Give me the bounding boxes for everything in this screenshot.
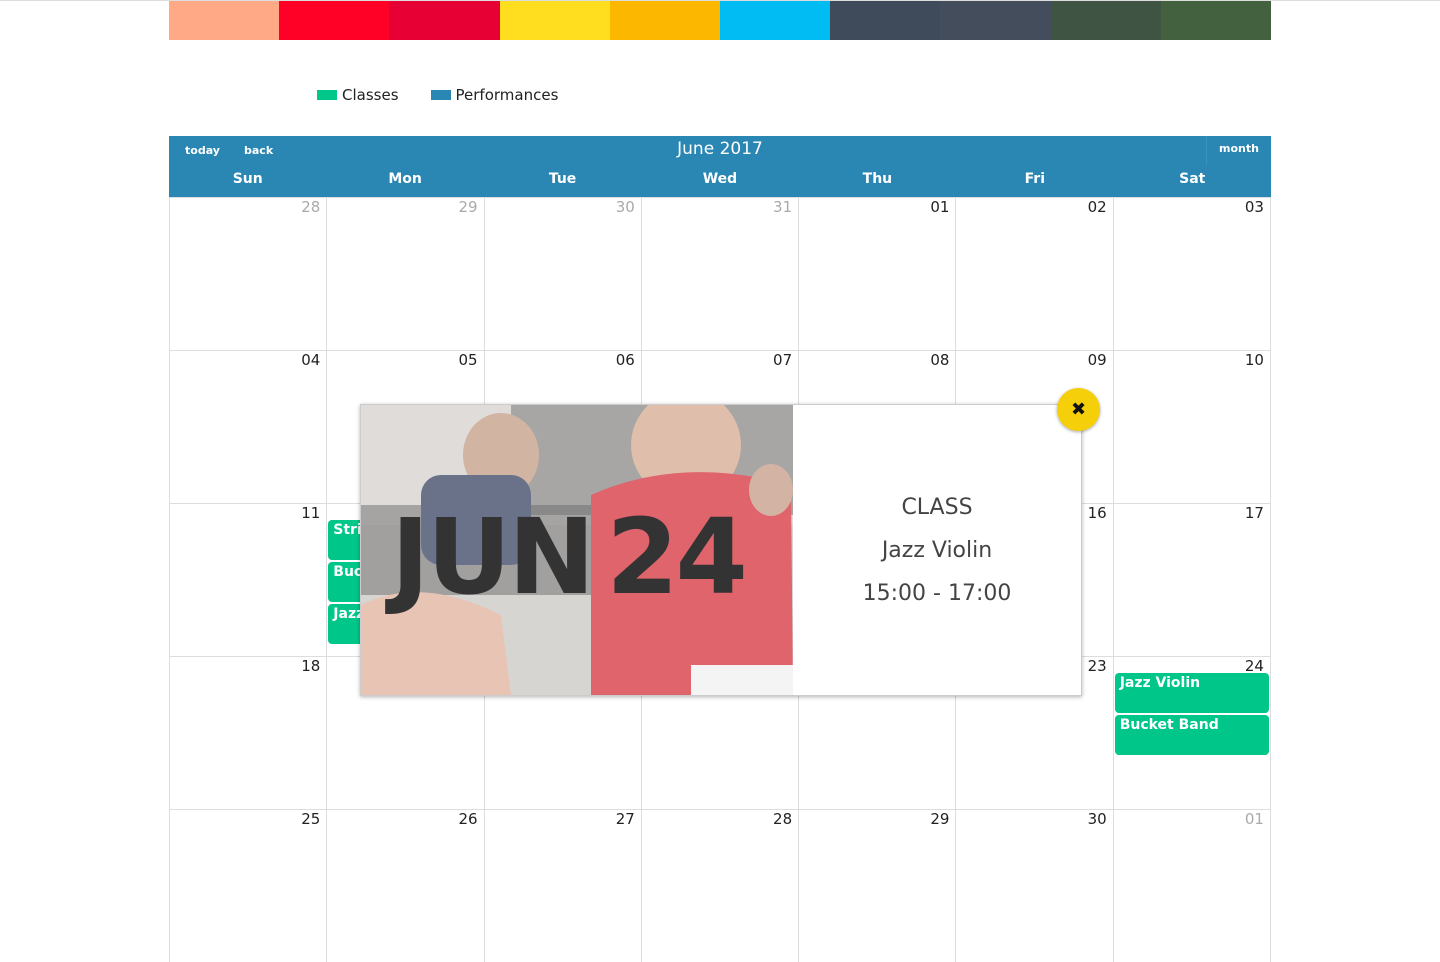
day-cell[interactable]: 11 [169, 503, 327, 656]
color-swatch [609, 1, 721, 40]
day-number: 26 [458, 810, 478, 828]
event-photo: JUN 24 [361, 405, 793, 695]
day-number: 18 [301, 657, 321, 675]
color-swatch [720, 1, 831, 40]
week-row: 28 29 30 31 01 02 03 [169, 197, 1271, 350]
day-number: 09 [1087, 351, 1107, 369]
day-cell[interactable]: 03 [1112, 197, 1271, 350]
day-number: 03 [1244, 198, 1264, 216]
color-swatch [279, 1, 390, 40]
legend-label: Classes [342, 86, 399, 104]
color-swatch [1050, 1, 1161, 40]
day-cell[interactable]: 01 [798, 197, 956, 350]
weekday-header: Tue [548, 171, 577, 187]
day-cell[interactable]: 27 [483, 809, 641, 962]
weekday-header: Wed [702, 171, 738, 187]
day-number: 27 [615, 810, 635, 828]
day-number: 29 [458, 198, 478, 216]
day-number: 05 [458, 351, 478, 369]
color-swatch [169, 1, 280, 40]
weekday-header: Mon [388, 171, 422, 187]
weekday-header: Sun [232, 171, 263, 187]
weekday-header-row: Sun Mon Tue Wed Thu Fri Sat [169, 171, 1271, 187]
color-swatch [940, 1, 1051, 40]
day-cell[interactable]: 24 Jazz Violin Bucket Band [1112, 656, 1271, 809]
event-date-label: JUN 24 [391, 505, 748, 609]
day-cell[interactable]: 17 [1112, 503, 1271, 656]
day-number: 08 [930, 351, 950, 369]
event-type: CLASS [901, 494, 973, 520]
day-number: 10 [1244, 351, 1264, 369]
day-cell[interactable]: 30 [483, 197, 641, 350]
day-number: 02 [1087, 198, 1107, 216]
day-cell[interactable]: 25 [169, 809, 327, 962]
color-swatch [389, 1, 500, 40]
color-swatch [499, 1, 610, 40]
day-cell[interactable]: 28 [640, 809, 799, 962]
day-number: 29 [930, 810, 950, 828]
color-strip-banner [169, 1, 1272, 40]
calendar-event[interactable]: Bucket Band [1114, 715, 1269, 755]
day-number: 28 [773, 810, 793, 828]
day-number: 17 [1244, 504, 1264, 522]
day-number: 07 [773, 351, 793, 369]
event-info: CLASS Jazz Violin 15:00 - 17:00 [793, 405, 1081, 695]
day-cell[interactable]: 29 [326, 197, 484, 350]
day-number: 28 [301, 198, 321, 216]
week-row: 25 26 27 28 29 30 01 [169, 809, 1271, 962]
legend-item: Performances [430, 86, 559, 104]
day-cell[interactable]: 10 [1112, 350, 1271, 503]
day-number: 16 [1087, 504, 1107, 522]
event-detail-modal: JUN 24 CLASS Jazz Violin 15:00 - 17:00 [360, 404, 1082, 696]
day-cell[interactable]: 30 [955, 809, 1113, 962]
weekday-header: Sat [1179, 171, 1206, 187]
day-cell[interactable]: 02 [955, 197, 1113, 350]
event-time: 15:00 - 17:00 [862, 580, 1012, 606]
legend-item: Classes [317, 86, 399, 104]
day-number: 25 [301, 810, 321, 828]
day-cell[interactable]: 29 [798, 809, 956, 962]
day-number: 01 [930, 198, 950, 216]
legend-swatch [317, 90, 337, 100]
day-number: 04 [301, 351, 321, 369]
legend-swatch [430, 90, 451, 100]
legend-label: Performances [455, 86, 559, 104]
close-icon: ✖ [1070, 399, 1087, 420]
month-view-button[interactable]: month [1206, 136, 1271, 164]
day-number: 30 [615, 198, 635, 216]
calendar-title: June 2017 [677, 139, 763, 159]
calendar-event[interactable]: Jazz Violin [1114, 673, 1269, 713]
event-title: Jazz Violin [881, 537, 993, 563]
day-number: 23 [1087, 657, 1107, 675]
day-number: 31 [773, 198, 793, 216]
day-number: 11 [301, 504, 321, 522]
day-cell[interactable]: 18 [169, 656, 327, 809]
day-cell[interactable]: 31 [640, 197, 799, 350]
close-modal-button[interactable]: ✖ [1057, 388, 1100, 431]
event-date-month: JUN [391, 496, 595, 618]
calendar-toolbar: today back June 2017 month Sun Mon Tue Wed T… [169, 136, 1271, 197]
day-number: 01 [1244, 810, 1264, 828]
day-number: 06 [615, 351, 635, 369]
weekday-header: Thu [862, 171, 893, 187]
day-cell[interactable]: 04 [169, 350, 327, 503]
calendar-legend: Classes Performances [317, 86, 590, 104]
weekday-header: Fri [1024, 171, 1045, 187]
color-swatch [1160, 1, 1272, 40]
day-number: 30 [1087, 810, 1107, 828]
event-date-day: 24 [606, 496, 748, 618]
day-cell[interactable]: 01 [1112, 809, 1271, 962]
day-cell[interactable]: 26 [326, 809, 484, 962]
day-cell[interactable]: 28 [169, 197, 327, 350]
color-swatch [830, 1, 941, 40]
